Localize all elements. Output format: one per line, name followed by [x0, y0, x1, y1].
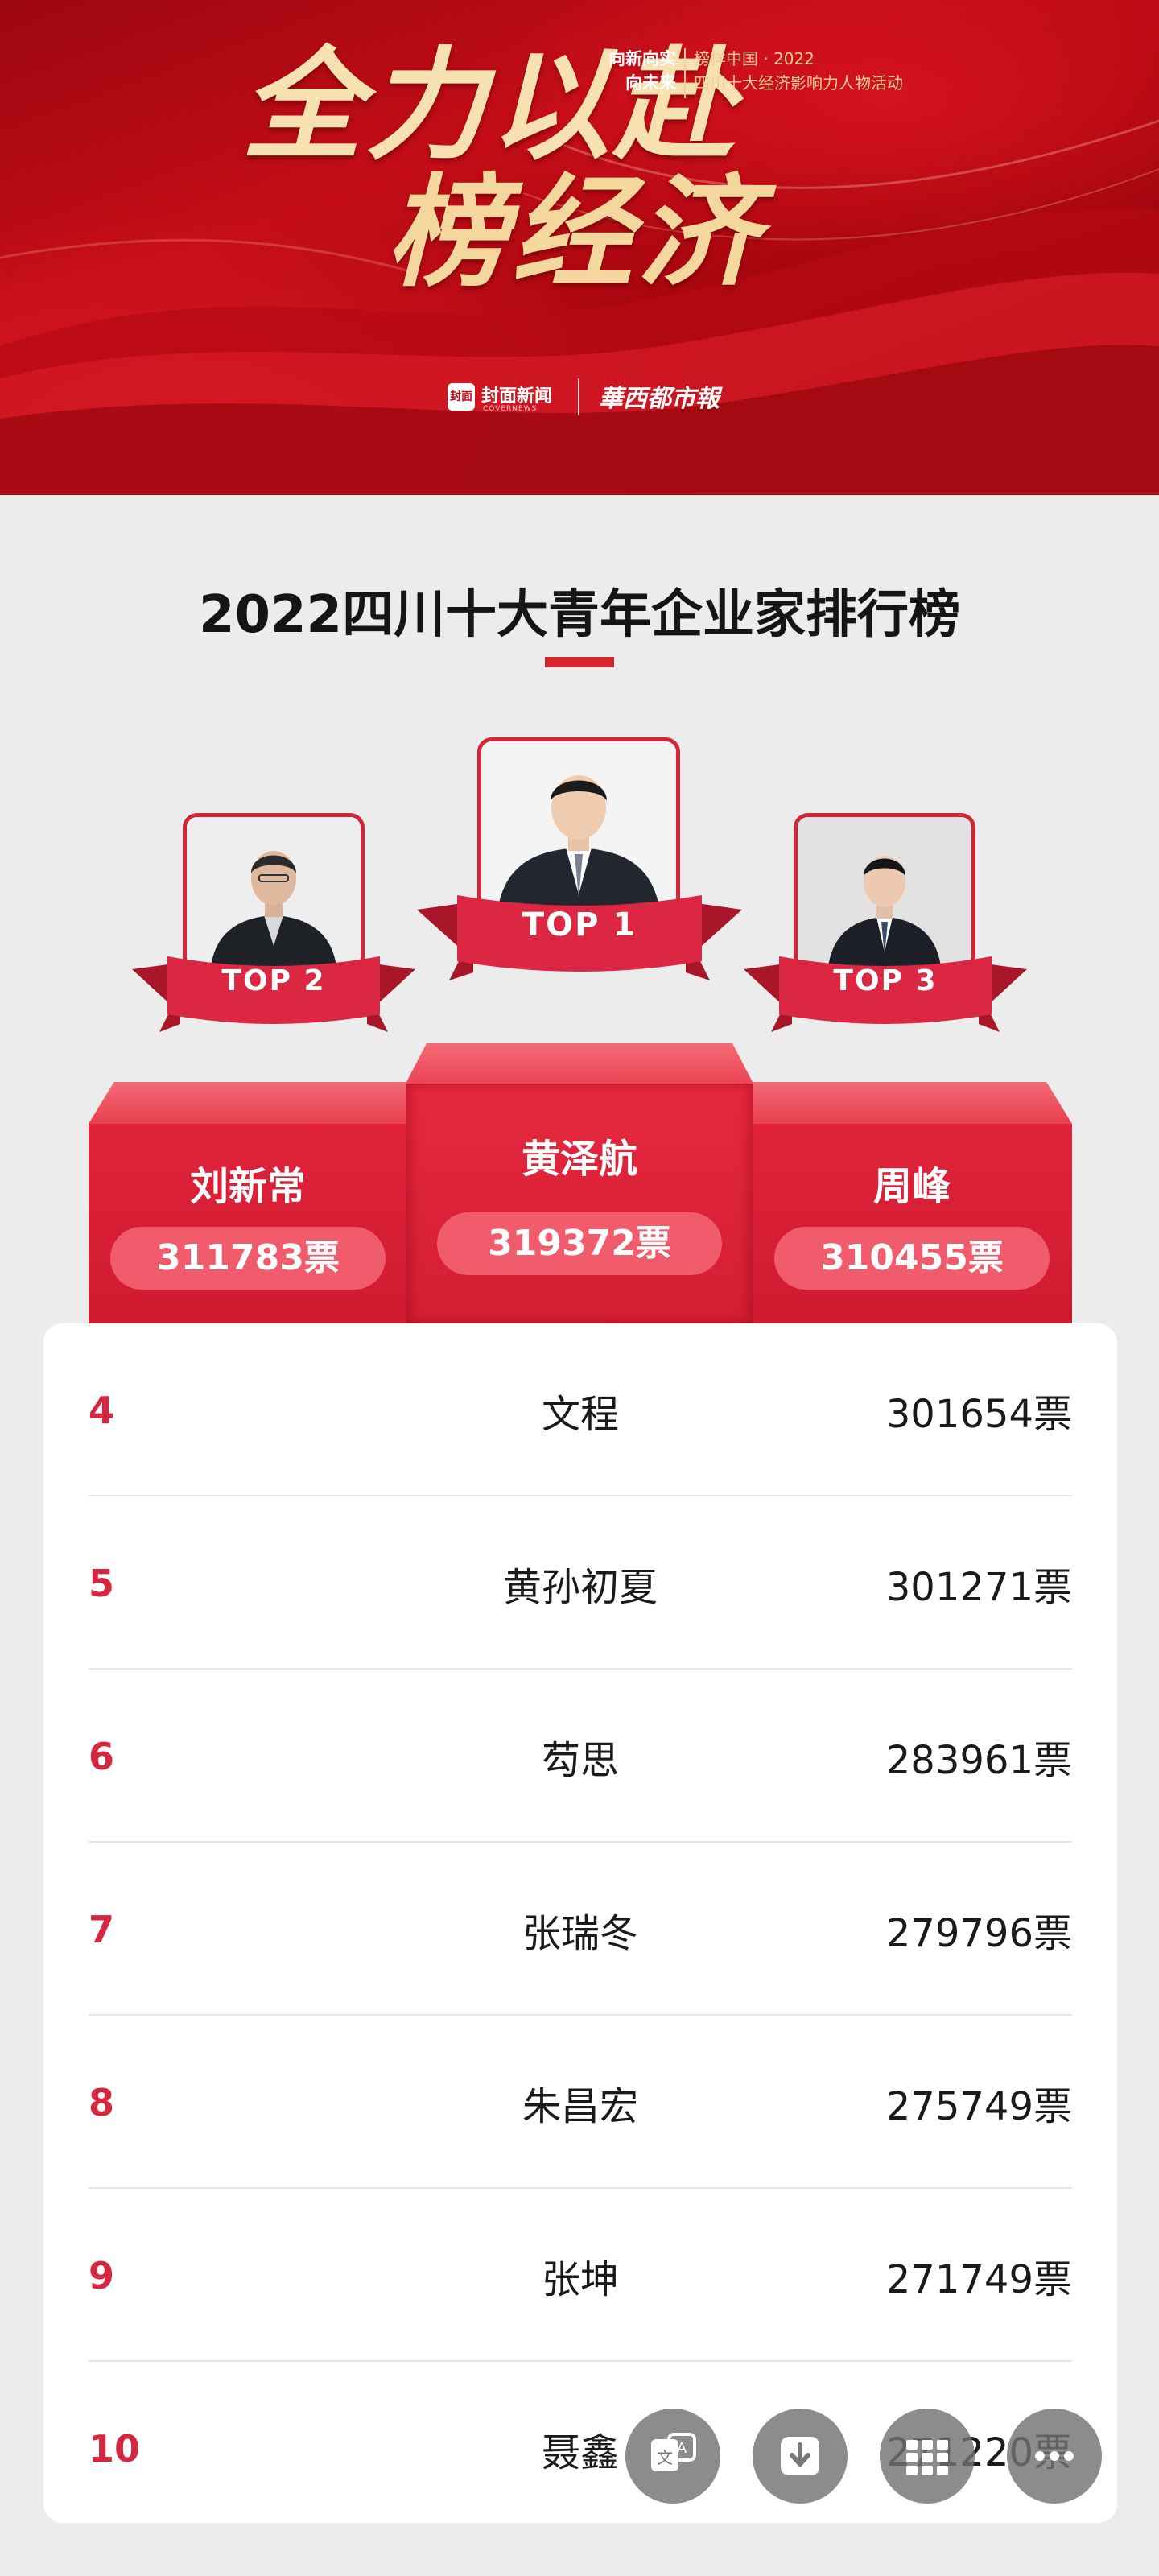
podium-name-top2: 刘新常 [189, 1164, 306, 1209]
event-line2: 四川十大经济影响力人物活动 [694, 73, 903, 93]
ribbon-top1: TOP 1 [417, 877, 742, 998]
vote-count: 301271票 [885, 1564, 1072, 1610]
banner-headline-line2: 榜经济 [386, 162, 764, 303]
podium-name-top1: 黄泽航 [521, 1137, 637, 1182]
podium-top-face [89, 1082, 407, 1124]
ribbon-label-top1: TOP 1 [522, 906, 637, 943]
svg-text:文: 文 [657, 2448, 673, 2467]
title-underline [545, 657, 614, 667]
podium-block-top1: 黄泽航 319372票 [406, 1043, 753, 1323]
more-icon [1035, 2451, 1074, 2461]
podium-votes-top2: 311783票 [110, 1227, 386, 1290]
download-button[interactable] [753, 2409, 848, 2504]
download-icon [781, 2437, 819, 2475]
ranking-list: 4 文程 301654票 5 黄孙初夏 301271票 6 芶思 283961票… [43, 1323, 1117, 2523]
list-item[interactable]: 5 黄孙初夏 301271票 [89, 1496, 1072, 1670]
podium-block-top3: 周峰 310455票 [752, 1082, 1072, 1323]
fengmian-logo-icon: 封面 [448, 383, 475, 411]
grid-button[interactable] [880, 2409, 975, 2504]
banner-event-info: 榜样中国 · 2022 四川十大经济影响力人物活动 [694, 47, 903, 95]
podium-top-face [752, 1082, 1072, 1124]
podium-votes-top3: 310455票 [774, 1227, 1050, 1290]
grid-icon [906, 2440, 948, 2475]
ribbon-label-top2: TOP 2 [221, 964, 326, 997]
list-item[interactable]: 6 芶思 283961票 [89, 1670, 1072, 1843]
list-item[interactable]: 9 张坤 271749票 [89, 2189, 1072, 2362]
event-line1: 榜样中国 · 2022 [694, 49, 815, 68]
vote-count: 275749票 [885, 2083, 1072, 2129]
ribbon-top3: TOP 3 [744, 942, 1027, 1046]
vote-count: 301654票 [885, 1391, 1072, 1437]
list-item[interactable]: 4 文程 301654票 [89, 1323, 1072, 1496]
podium-front-face [406, 1084, 753, 1323]
fengmian-logo-subtext: COVERNEWS [483, 405, 538, 413]
logo-divider [578, 378, 580, 415]
slogan-line1: 向新向实 [608, 49, 676, 68]
header-banner: 全力以赴 榜经济 向新向实 向未来 榜样中国 · 2022 四川十大经济影响力人… [0, 0, 1159, 495]
ribbon-label-top3: TOP 3 [833, 964, 938, 997]
more-button[interactable] [1007, 2409, 1102, 2504]
page-title: 2022四川十大青年企业家排行榜 [198, 585, 961, 645]
podium-top-face [406, 1043, 753, 1084]
huaxi-logo-text: 華西都市報 [599, 385, 720, 413]
banner-slogan: 向新向实 向未来 [602, 47, 676, 95]
vote-count: 271749票 [885, 2256, 1072, 2302]
fengmian-logo-text: 封面新闻 [481, 386, 553, 407]
list-item[interactable]: 7 张瑞冬 279796票 [89, 1843, 1072, 2016]
ribbon-top2: TOP 2 [132, 942, 415, 1046]
podium-name-top3: 周峰 [872, 1164, 951, 1209]
translate-button[interactable]: 文 A [625, 2409, 720, 2504]
list-item[interactable]: 8 朱昌宏 275749票 [89, 2016, 1072, 2189]
vote-count: 279796票 [885, 1910, 1072, 1956]
podium-votes-top1: 319372票 [437, 1212, 722, 1275]
translate-icon: 文 A [651, 2433, 696, 2471]
vote-count: 283961票 [885, 1737, 1072, 1783]
svg-text:A: A [677, 2440, 687, 2457]
slogan-divider [684, 48, 686, 98]
slogan-line2: 向未来 [625, 73, 676, 93]
podium-block-top2: 刘新常 311783票 [89, 1082, 407, 1323]
